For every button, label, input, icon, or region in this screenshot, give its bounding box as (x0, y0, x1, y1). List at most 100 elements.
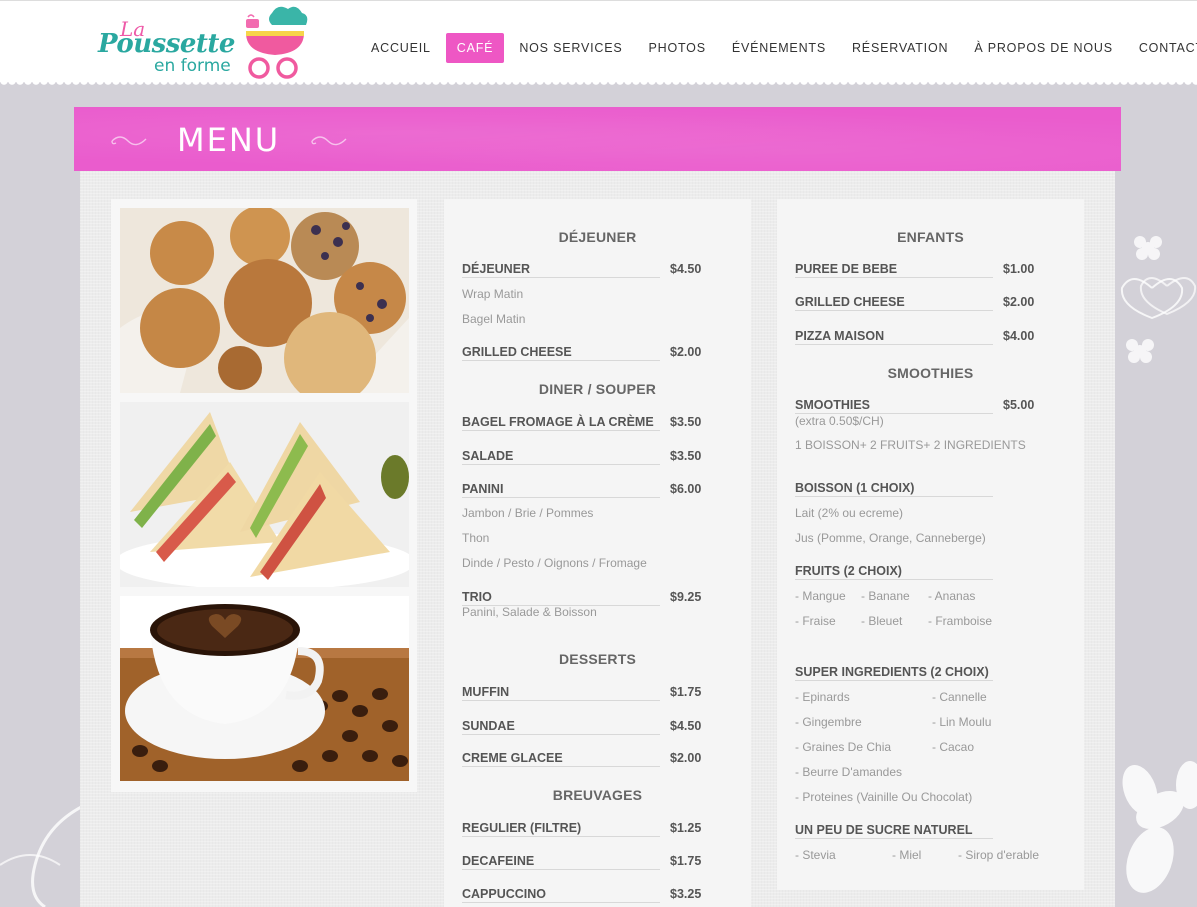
item-name: GRILLED CHEESE (795, 295, 905, 309)
item-option: - Epinards (795, 690, 850, 704)
item-option: Bagel Matin (462, 312, 526, 326)
item-option: - Framboise (928, 614, 993, 628)
item-name: BOISSON (1 CHOIX) (795, 481, 915, 495)
item-name: PIZZA MAISON (795, 329, 885, 343)
menu-item-puree: PUREE DE BEBE $1.00 (795, 262, 1036, 278)
item-option: Dinde / Pesto / Oignons / Fromage (462, 556, 647, 570)
swirl-right-icon (311, 136, 347, 146)
item-option: (extra 0.50$/CH) (795, 414, 884, 428)
section-title-desserts: DESSERTS (558, 651, 637, 667)
menu-item-salade: SALADE $3.50 (462, 449, 703, 465)
item-divider (462, 766, 660, 767)
item-option: - Beurre D'amandes (795, 765, 903, 779)
item-name: SALADE (462, 449, 514, 463)
menu-item-dejeuner: DÉJEUNER $4.50 (462, 262, 703, 278)
coffee-photo (120, 596, 409, 781)
item-name: UN PEU DE SUCRE NATUREL (795, 823, 973, 837)
item-option: - Miel (892, 848, 922, 862)
item-price: $2.00 (670, 751, 702, 765)
section-title-smoothies: SMOOTHIES (887, 365, 974, 381)
item-option: Lait (2% ou ecreme) (795, 506, 904, 520)
menu-item-muffin: MUFFIN $1.75 (462, 685, 703, 701)
nav-photos[interactable]: PHOTOS (635, 33, 718, 63)
item-price: $6.00 (670, 482, 702, 496)
menu-item-bagel: BAGEL FROMAGE À LA CRÈME $3.50 (462, 415, 703, 431)
item-divider (795, 680, 993, 681)
item-option: - Cacao (932, 740, 975, 754)
item-price: $5.00 (1003, 398, 1035, 412)
item-price: $1.75 (670, 685, 702, 699)
item-name: DÉJEUNER (462, 262, 531, 276)
swirl-decoration-icon (0, 805, 86, 907)
item-name: CREME GLACEE (462, 751, 563, 765)
menu-card-kids-smoothies: ENFANTS PUREE DE BEBE $1.00 GRILLED CHEE… (777, 199, 1084, 890)
item-option: - Ananas (928, 589, 976, 603)
item-option: Panini, Salade & Boisson (462, 605, 597, 619)
item-price: $9.25 (670, 590, 702, 604)
item-option: - Stevia (795, 848, 836, 862)
item-option: - Lin Moulu (932, 715, 992, 729)
nav-reservation[interactable]: RÉSERVATION (839, 33, 961, 63)
item-name: PUREE DE BEBE (795, 262, 898, 276)
item-option: - Cannelle (932, 690, 987, 704)
site-header: La Poussette en forme ACCUEIL CAFÉ NOS S… (0, 0, 1197, 87)
nav-accueil[interactable]: ACCUEIL (358, 33, 444, 63)
menu-item-sundae: SUNDAE $4.50 (462, 719, 703, 735)
item-option: 1 BOISSON+ 2 FRUITS+ 2 INGREDIENTS (795, 438, 1026, 452)
item-option: - Fraise (795, 614, 836, 628)
menu-card-food: DÉJEUNER DÉJEUNER $4.50 Wrap Matin Bagel… (444, 199, 751, 907)
item-option: - Graines De Chia (795, 740, 892, 754)
section-title-dejeuner: DÉJEUNER (558, 229, 637, 245)
item-price: $4.50 (670, 719, 702, 733)
item-divider (462, 869, 660, 870)
site-logo[interactable]: La Poussette en forme (98, 5, 310, 81)
main-nav: ACCUEIL CAFÉ NOS SERVICES PHOTOS ÉVÉNEME… (358, 33, 1197, 63)
item-name: PANINI (462, 482, 504, 496)
item-option: Wrap Matin (462, 287, 524, 301)
nav-nos-services[interactable]: NOS SERVICES (506, 33, 635, 63)
item-option: - Banane (861, 589, 910, 603)
nav-evenements[interactable]: ÉVÉNEMENTS (719, 33, 839, 63)
item-divider (795, 838, 993, 839)
item-price: $3.50 (670, 415, 702, 429)
item-name: GRILLED CHEESE (462, 345, 572, 359)
item-name: CAPPUCCINO (462, 887, 547, 901)
nav-contact[interactable]: CONTACT (1126, 33, 1197, 63)
item-price: $4.50 (670, 262, 702, 276)
item-option: - Bleuet (861, 614, 903, 628)
menu-item-grilled-cheese-kids: GRILLED CHEESE $2.00 (795, 295, 1036, 311)
item-name: SUPER INGREDIENTS (2 CHOIX) (795, 665, 989, 679)
item-option: - Proteines (Vainille Ou Chocolat) (795, 790, 973, 804)
item-name: SUNDAE (462, 719, 515, 733)
menu-item-boisson: BOISSON (1 CHOIX) (795, 481, 1036, 497)
item-price: $1.75 (670, 854, 702, 868)
section-title-enfants: ENFANTS (897, 229, 964, 245)
flower-decoration-icon (1120, 236, 1197, 363)
menu-item-regulier: REGULIER (FILTRE) $1.25 (462, 821, 703, 837)
nav-a-propos[interactable]: À PROPOS DE NOUS (961, 33, 1126, 63)
item-price: $4.00 (1003, 329, 1035, 343)
large-flower-decoration-icon (1122, 761, 1197, 893)
menu-item-panini: PANINI $6.00 (462, 482, 703, 498)
item-name: MUFFIN (462, 685, 510, 699)
sandwich-photo (120, 402, 409, 587)
item-option: Thon (462, 531, 490, 545)
item-price: $3.50 (670, 449, 702, 463)
item-price: $2.00 (670, 345, 702, 359)
menu-banner: MENU (74, 107, 1121, 171)
logo-poussette-text: Poussette (98, 29, 235, 59)
item-name: FRUITS (2 CHOIX) (795, 564, 902, 578)
nav-cafe[interactable]: CAFÉ (445, 33, 505, 63)
section-title-diner: DINER / SOUPER (538, 381, 657, 397)
item-option: Jus (Pomme, Orange, Canneberge) (795, 531, 986, 545)
item-name: REGULIER (FILTRE) (462, 821, 582, 835)
menu-item-cappuccino: CAPPUCCINO $3.25 (462, 887, 703, 903)
section-title-breuvages: BREUVAGES (552, 787, 643, 803)
item-option: Jambon / Brie / Pommes (462, 506, 594, 520)
item-divider (462, 360, 660, 361)
menu-item-super-ingredients: SUPER INGREDIENTS (2 CHOIX) (795, 665, 1036, 681)
menu-item-creme-glacee: CREME GLACEE $2.00 (462, 751, 703, 767)
menu-item-fruits: FRUITS (2 CHOIX) (795, 564, 1036, 580)
item-price: $1.25 (670, 821, 702, 835)
item-divider (462, 734, 660, 735)
